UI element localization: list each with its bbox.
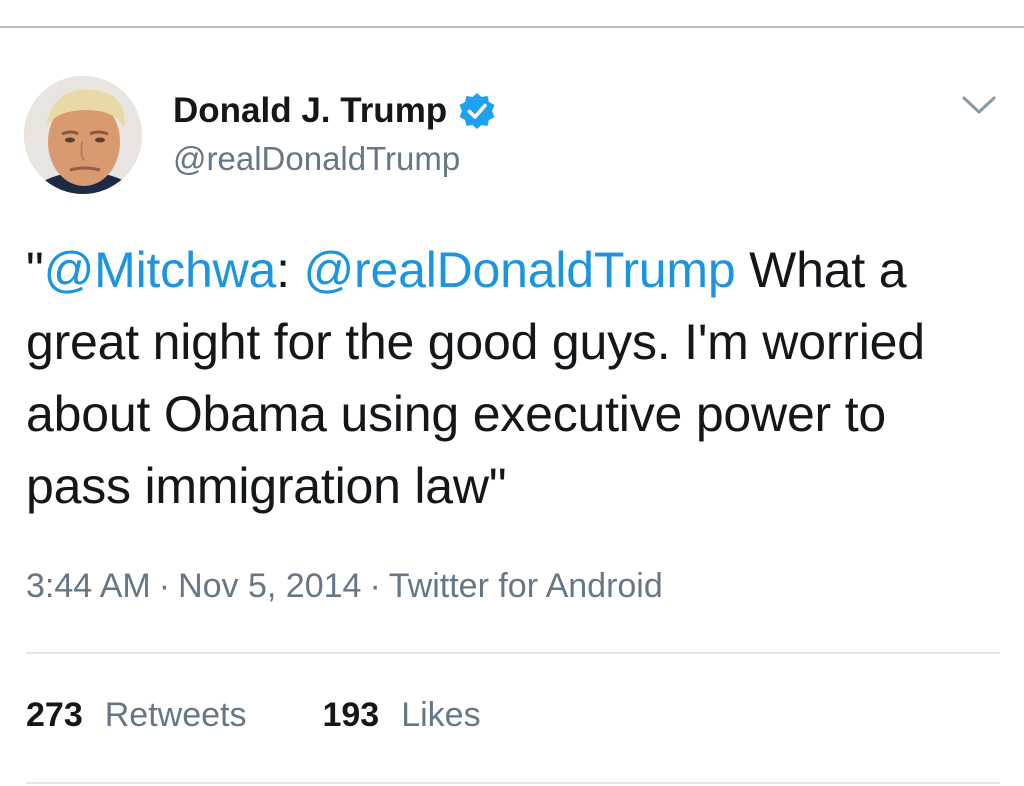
author-name-row[interactable]: Donald J. Trump [173,90,497,132]
retweets-label: Retweets [104,696,247,734]
meta-separator: · [369,567,381,605]
tweet-date[interactable]: Nov 5, 2014 [178,567,361,605]
avatar-image [24,76,142,194]
avatar[interactable] [24,76,142,194]
mention-link-mitchwa[interactable]: @Mitchwa [44,242,277,298]
tweet-text: "@Mitchwa: @realDonaldTrump What a great… [26,234,996,522]
likes-stat[interactable]: 193 Likes [322,696,480,735]
tweet-time[interactable]: 3:44 AM [26,567,151,605]
tweet-source[interactable]: Twitter for Android [389,567,663,605]
likes-count: 193 [322,696,380,734]
user-handle[interactable]: @realDonaldTrump [173,140,460,178]
chevron-down-icon[interactable] [960,92,998,118]
meta-separator: · [158,567,171,605]
verified-badge-icon [459,93,495,129]
stats-divider [26,652,1000,654]
retweets-stat[interactable]: 273 Retweets [26,696,246,735]
tweet-stats: 273 Retweets 193 Likes [26,696,481,735]
mention-link-realdonaldtrump[interactable]: @realDonaldTrump [303,242,735,298]
quote-mark: " [26,242,44,298]
retweets-count: 273 [26,696,83,734]
bottom-divider [26,782,1000,784]
tweet-meta: 3:44 AM · Nov 5, 2014 · Twitter for Android [26,567,663,606]
display-name[interactable]: Donald J. Trump [173,91,447,131]
top-divider [0,26,1024,28]
likes-label: Likes [401,696,481,734]
colon-separator: : [276,242,304,298]
